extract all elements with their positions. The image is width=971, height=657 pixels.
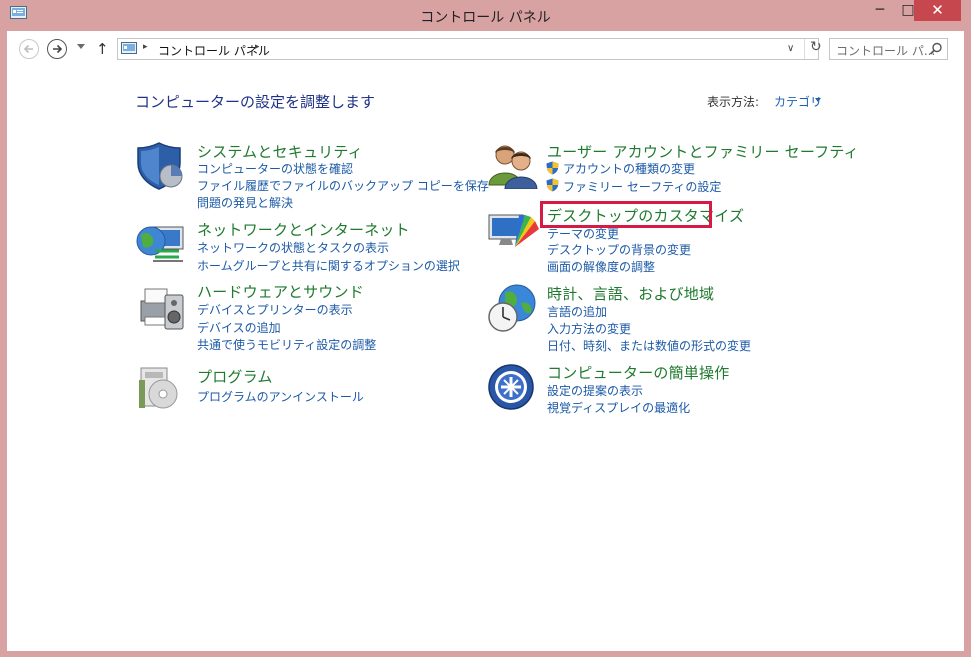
breadcrumb-separator[interactable]: ▸ xyxy=(255,42,260,52)
link-adjust-resolution[interactable]: 画面の解像度の調整 xyxy=(547,258,655,275)
link-add-device[interactable]: デバイスの追加 xyxy=(197,319,281,336)
search-placeholder: コントロール パ... xyxy=(836,44,936,58)
category-programs[interactable]: プログラム xyxy=(197,366,273,387)
category-hardware-sound[interactable]: ハードウェアとサウンド xyxy=(197,281,364,302)
link-change-input-method[interactable]: 入力方法の変更 xyxy=(547,320,631,337)
link-troubleshoot[interactable]: 問題の発見と解決 xyxy=(197,194,293,211)
forward-button[interactable] xyxy=(47,39,67,59)
link-devices-printers[interactable]: デバイスとプリンターの表示 xyxy=(197,301,353,318)
control-panel-icon xyxy=(121,42,137,54)
navigation-bar: ↑ ▸ コントロール パネル ▸ ∨ ↻ コントロール パ... xyxy=(7,31,964,67)
category-system-security[interactable]: システムとセキュリティ xyxy=(197,141,363,162)
recent-locations-dropdown[interactable] xyxy=(77,44,85,49)
link-mobility-settings[interactable]: 共通で使うモビリティ設定の調整 xyxy=(197,336,376,353)
link-check-computer-status[interactable]: コンピューターの状態を確認 xyxy=(197,160,353,177)
security-shield-icon[interactable] xyxy=(135,141,187,191)
page-title: コンピューターの設定を調整します xyxy=(135,93,376,111)
view-by-label: 表示方法: xyxy=(707,95,760,109)
search-icon[interactable] xyxy=(929,42,943,56)
breadcrumb-control-panel[interactable]: コントロール パネル xyxy=(158,42,270,59)
link-change-background[interactable]: デスクトップの背景の変更 xyxy=(547,241,691,258)
uac-shield-icon xyxy=(546,178,559,192)
link-optimize-visual-display[interactable]: 視覚ディスプレイの最適化 xyxy=(547,399,690,416)
link-network-status[interactable]: ネットワークの状態とタスクの表示 xyxy=(197,239,389,256)
back-button[interactable] xyxy=(19,39,39,59)
minimize-button[interactable]: ─ xyxy=(866,0,894,21)
window-title: コントロール パネル xyxy=(420,10,551,26)
desktop-color-icon[interactable] xyxy=(487,211,539,257)
link-uninstall-program[interactable]: プログラムのアンインストール xyxy=(197,388,364,405)
users-icon[interactable] xyxy=(487,141,539,189)
printer-speaker-icon[interactable] xyxy=(135,281,187,333)
link-add-language[interactable]: 言語の追加 xyxy=(547,303,607,320)
uac-shield-icon xyxy=(546,161,559,175)
category-clock-language-region[interactable]: 時計、言語、および地域 xyxy=(547,283,714,304)
ease-of-access-icon[interactable] xyxy=(487,363,535,411)
link-file-history-backup[interactable]: ファイル履歴でファイルのバックアップ コピーを保存 xyxy=(197,177,489,194)
address-dropdown-icon[interactable]: ∨ xyxy=(787,43,794,54)
category-user-accounts[interactable]: ユーザー アカウントとファミリー セーフティ xyxy=(547,141,859,162)
link-get-recommendations[interactable]: 設定の提案の表示 xyxy=(547,382,643,399)
back-arrow-icon xyxy=(23,44,33,54)
category-network-internet[interactable]: ネットワークとインターネット xyxy=(197,219,410,240)
control-panel-window: コントロール パネル ─ □ ✕ ↑ ▸ コントロール パネル ▸ ∨ ↻ コン… xyxy=(0,0,971,657)
link-change-theme[interactable]: テーマの変更 xyxy=(547,225,619,242)
highlight-box xyxy=(540,201,712,228)
search-input[interactable]: コントロール パ... xyxy=(829,38,948,60)
link-family-safety[interactable]: ファミリー セーフティの設定 xyxy=(563,178,721,195)
up-button[interactable]: ↑ xyxy=(96,40,109,58)
view-by-dropdown-arrow[interactable] xyxy=(815,98,821,102)
refresh-button[interactable]: ↻ xyxy=(804,39,824,59)
clock-globe-icon[interactable] xyxy=(487,283,539,335)
link-homegroup-sharing[interactable]: ホームグループと共有に関するオプションの選択 xyxy=(197,257,460,274)
programs-icon[interactable] xyxy=(137,364,185,412)
category-ease-of-access[interactable]: コンピューターの簡単操作 xyxy=(547,362,729,383)
breadcrumb-separator[interactable]: ▸ xyxy=(143,42,148,52)
title-bar[interactable]: コントロール パネル ─ □ ✕ xyxy=(0,0,971,31)
forward-arrow-icon xyxy=(53,44,63,54)
link-date-time-format[interactable]: 日付、時刻、または数値の形式の変更 xyxy=(547,337,751,354)
network-globe-icon[interactable] xyxy=(135,221,187,267)
content-area: ↑ ▸ コントロール パネル ▸ ∨ ↻ コントロール パ... コンピューター… xyxy=(7,31,964,651)
link-change-account-type[interactable]: アカウントの種類の変更 xyxy=(563,160,695,177)
close-button[interactable]: ✕ xyxy=(914,0,961,21)
address-bar[interactable]: ▸ コントロール パネル ▸ ∨ ↻ xyxy=(117,38,822,60)
